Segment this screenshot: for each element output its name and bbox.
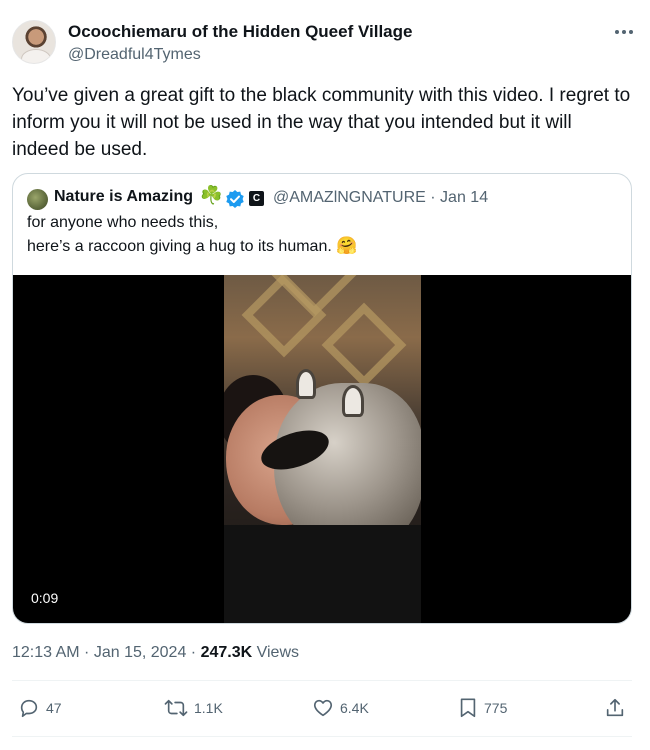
quoted-tweet[interactable]: Nature is Amazing ☘️ C @AMAZlNGNATURE · … xyxy=(12,173,632,624)
quoted-text-line-2: here’s a raccoon giving a hug to its hum… xyxy=(27,236,357,256)
like-icon xyxy=(312,697,340,719)
like-button[interactable]: 6.4K xyxy=(312,696,369,720)
divider xyxy=(12,736,632,737)
reply-count: 47 xyxy=(46,700,62,716)
views-label: Views xyxy=(252,644,299,661)
video-duration: 0:09 xyxy=(23,587,67,609)
repost-button[interactable]: 1.1K xyxy=(164,696,223,720)
author-handle[interactable]: @Dreadful4Tymes xyxy=(68,46,201,64)
affiliate-badge: C xyxy=(249,191,264,206)
raccoon-ear xyxy=(296,369,316,399)
quoted-author-name[interactable]: Nature is Amazing xyxy=(54,188,193,206)
time-date[interactable]: 12:13 AM · Jan 15, 2024 · xyxy=(12,644,201,661)
reply-icon xyxy=(18,697,46,719)
person-shirt xyxy=(224,525,421,623)
share-button[interactable] xyxy=(604,696,632,720)
more-icon[interactable] xyxy=(612,22,636,42)
like-count: 6.4K xyxy=(340,700,369,716)
bookmark-button[interactable]: 775 xyxy=(458,696,507,720)
quoted-text-line-2-text: here’s a raccoon giving a hug to its hum… xyxy=(27,238,332,255)
divider xyxy=(12,680,632,681)
bookmark-icon xyxy=(458,697,484,719)
blanket-pattern xyxy=(321,302,407,388)
share-icon xyxy=(604,697,632,719)
views-count: 247.3K xyxy=(200,644,253,661)
tweet-text: You’ve given a great gift to the black c… xyxy=(12,85,631,160)
repost-count: 1.1K xyxy=(194,700,223,716)
quoted-text-line-1: for anyone who needs this, xyxy=(27,214,219,231)
hug-emoji: 🤗 xyxy=(336,236,358,255)
quoted-avatar[interactable] xyxy=(27,189,48,210)
tweet-timestamp: 12:13 AM · Jan 15, 2024 · 247.3K Views xyxy=(12,644,299,662)
tweet: Ocoochiemaru of the Hidden Queef Village… xyxy=(0,0,650,750)
reply-button[interactable]: 47 xyxy=(18,696,62,720)
video-player[interactable]: 0:09 xyxy=(13,275,631,623)
raccoon-ear xyxy=(342,385,364,417)
shamrock-emoji: ☘️ xyxy=(200,185,223,205)
author-name[interactable]: Ocoochiemaru of the Hidden Queef Village xyxy=(68,22,412,42)
verified-icon xyxy=(225,189,245,214)
avatar-figure xyxy=(21,49,51,63)
quoted-handle-date[interactable]: @AMAZlNGNATURE · Jan 14 xyxy=(273,189,488,207)
bookmark-count: 775 xyxy=(484,700,508,716)
repost-icon xyxy=(164,697,194,719)
video-frame xyxy=(224,275,421,623)
author-avatar[interactable] xyxy=(12,20,56,64)
